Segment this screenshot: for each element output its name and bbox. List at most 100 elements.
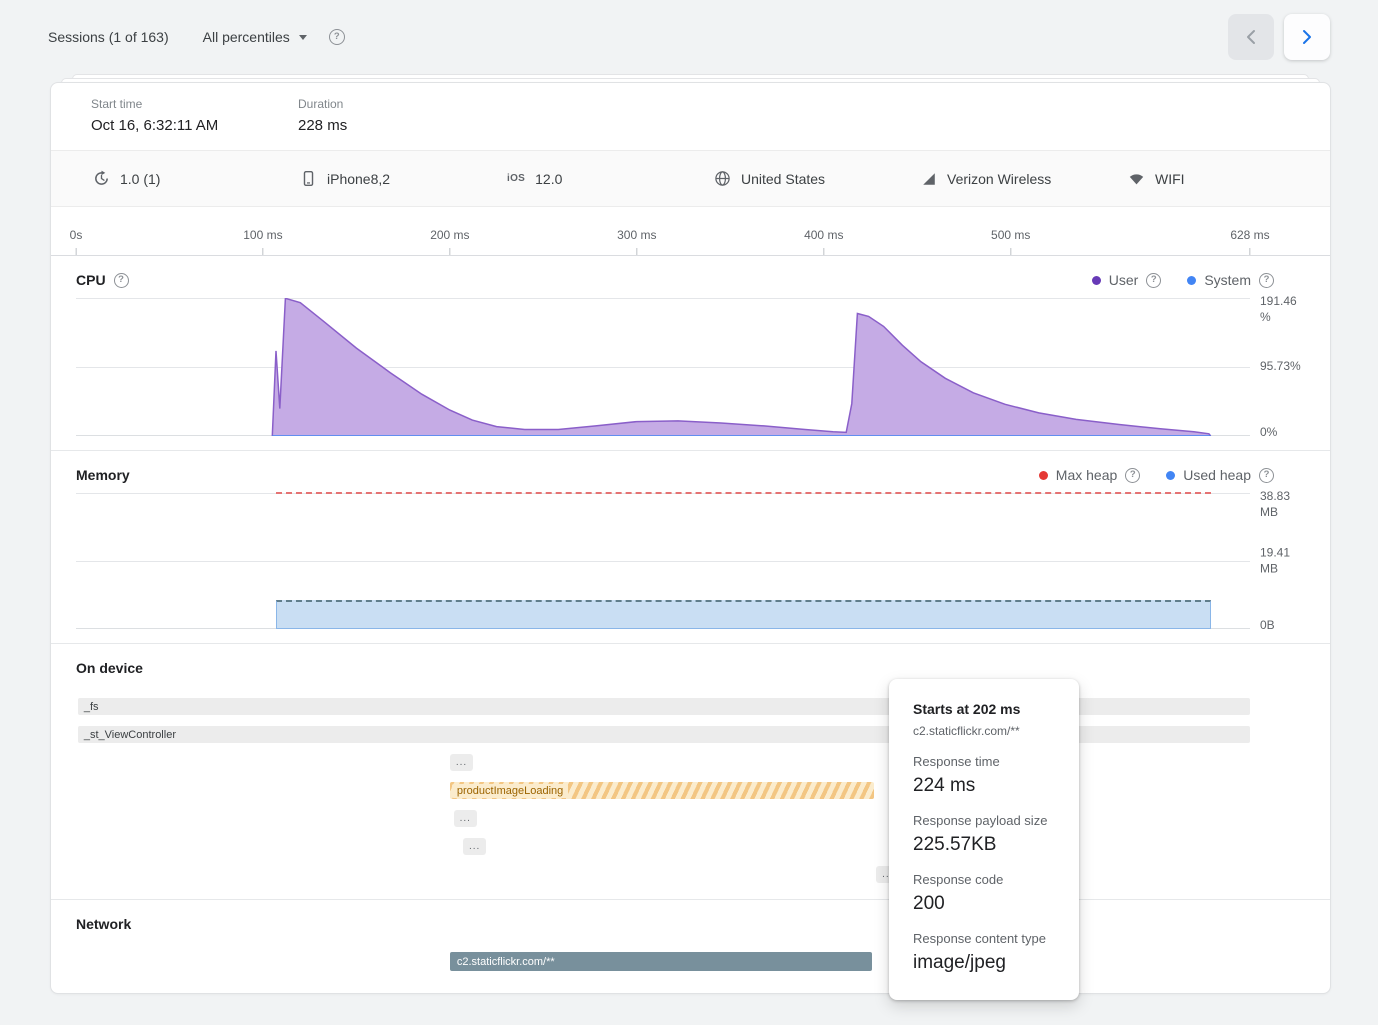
legend-item: Max heap [1039, 467, 1140, 483]
timeline-tick: 628 ms [1230, 228, 1269, 255]
network-section: Network c2.staticflickr.com/** [51, 900, 1330, 971]
legend-dot-icon [1092, 276, 1101, 285]
duration-label: Duration [298, 97, 505, 111]
help-icon[interactable] [1146, 273, 1161, 288]
legend-item: Used heap [1166, 467, 1274, 483]
session-nav [1228, 14, 1330, 60]
tooltip-title: Starts at 202 ms [913, 701, 1055, 717]
collapsed-trace-chip[interactable]: ... [463, 838, 486, 855]
network-request-bar[interactable]: c2.staticflickr.com/** [450, 952, 872, 971]
legend-dot-icon [1187, 276, 1196, 285]
memory-y-max-label: 38.83 MB [1260, 489, 1308, 520]
session-card-stack: Start time Oct 16, 6:32:11 AM Duration 2… [50, 74, 1331, 994]
memory-legend: Max heap Used heap [1039, 467, 1274, 483]
sessions-count-label: Sessions (1 of 163) [48, 29, 169, 45]
memory-plot [76, 493, 1250, 629]
start-time-label: Start time [91, 97, 298, 111]
timeline-tick: 0s [70, 228, 83, 255]
timeline-tick-mark [823, 248, 824, 255]
percentiles-dropdown[interactable]: All percentiles [203, 29, 307, 45]
globe-icon [714, 170, 731, 187]
session-summary: Start time Oct 16, 6:32:11 AM Duration 2… [51, 83, 1330, 150]
cpu-y-axis: 191.46 % 95.73% 0% [1250, 298, 1330, 436]
tooltip-field-label: Response payload size [913, 813, 1055, 828]
legend-label: Max heap [1056, 467, 1117, 483]
cpu-plot [76, 298, 1250, 436]
timeline-tick: 100 ms [243, 228, 282, 255]
help-icon[interactable] [329, 29, 345, 45]
cpu-y-zero-label: 0% [1260, 425, 1308, 441]
percentiles-dropdown-label: All percentiles [203, 29, 290, 45]
device-model-item: iPhone8,2 [300, 170, 507, 187]
max-heap-line [276, 492, 1211, 494]
timeline-tick-mark [76, 248, 77, 255]
carrier-item: Verizon Wireless [921, 171, 1128, 187]
help-icon[interactable] [1259, 273, 1274, 288]
tooltip-field-label: Response time [913, 754, 1055, 769]
device-model-label: iPhone8,2 [327, 171, 390, 187]
timeline-tick-mark [262, 248, 263, 255]
network-title: Network [76, 916, 131, 932]
device-info-row: 1.0 (1) iPhone8,2 iOS 12.0 United S [51, 150, 1330, 207]
help-icon[interactable] [114, 273, 129, 288]
os-version-item: iOS 12.0 [507, 171, 714, 187]
legend-item: User [1092, 272, 1162, 288]
duration-stat: Duration 228 ms [298, 97, 505, 135]
timeline-tick: 400 ms [804, 228, 843, 255]
memory-y-zero-label: 0B [1260, 618, 1308, 634]
wifi-icon [1128, 170, 1145, 187]
legend-label: System [1204, 272, 1251, 288]
tooltip-fields: Response time 224 ms Response payload size… [913, 754, 1055, 974]
timeline-tick: 200 ms [430, 228, 469, 255]
country-label: United States [741, 171, 825, 187]
timeline-tick-label: 0s [70, 228, 83, 242]
collapsed-trace-chip[interactable]: ... [454, 810, 477, 827]
cpu-chart [76, 298, 1250, 436]
timeline-tick: 500 ms [991, 228, 1030, 255]
app-version-label: 1.0 (1) [120, 171, 160, 187]
legend-dot-icon [1166, 471, 1175, 480]
on-device-title: On device [76, 660, 143, 676]
timeline-tick: 300 ms [617, 228, 656, 255]
topbar: Sessions (1 of 163) All percentiles [0, 0, 1378, 74]
cpu-y-max-label: 191.46 % [1260, 294, 1308, 325]
request-tooltip: Starts at 202 ms c2.staticflickr.com/** … [889, 679, 1079, 1000]
next-session-button[interactable] [1284, 14, 1330, 60]
connection-label: WIFI [1155, 171, 1185, 187]
start-time-value: Oct 16, 6:32:11 AM [91, 117, 298, 135]
memory-y-axis: 38.83 MB 19.41 MB 0B [1250, 493, 1330, 629]
tooltip-field-value: 200 [913, 893, 1055, 915]
gridline [76, 561, 1250, 562]
tooltip-field-value: image/jpeg [913, 952, 1055, 974]
timeline-tick-label: 100 ms [243, 228, 282, 242]
timeline-tick-mark [449, 248, 450, 255]
legend-dot-icon [1039, 471, 1048, 480]
timeline-tick-label: 200 ms [430, 228, 469, 242]
tooltip-field-label: Response content type [913, 931, 1055, 946]
on-device-section: On device _fs_st_ViewController...produc… [51, 644, 1330, 883]
cpu-legend: User System [1092, 272, 1274, 288]
trace-label: productImageLoading [452, 784, 568, 798]
prev-session-button[interactable] [1228, 14, 1274, 60]
history-icon [93, 170, 110, 187]
tooltip-field-value: 224 ms [913, 775, 1055, 797]
duration-value: 228 ms [298, 117, 505, 135]
signal-icon [921, 171, 937, 187]
timeline-tick-mark [636, 248, 637, 255]
start-time-stat: Start time Oct 16, 6:32:11 AM [91, 97, 298, 135]
trace-label: c2.staticflickr.com/** [457, 956, 555, 968]
help-icon[interactable] [1259, 468, 1274, 483]
trace-bar[interactable]: productImageLoading [450, 782, 874, 799]
timeline-ruler: 0s100 ms200 ms300 ms400 ms500 ms628 ms [76, 207, 1250, 255]
cpu-section: CPU UserSystem 191.46 % 95.73% 0% [51, 256, 1330, 450]
cpu-y-mid-label: 95.73% [1260, 359, 1308, 375]
country-item: United States [714, 170, 921, 187]
os-version-label: 12.0 [535, 171, 562, 187]
timeline-tick-mark [1010, 248, 1011, 255]
chevron-left-icon [1245, 29, 1257, 45]
timeline-tick-label: 500 ms [991, 228, 1030, 242]
help-icon[interactable] [1125, 468, 1140, 483]
memory-section: Memory Max heapUsed heap 38.83 MB 19.41 … [51, 451, 1330, 643]
phone-icon [300, 170, 317, 187]
collapsed-trace-chip[interactable]: ... [450, 754, 473, 771]
